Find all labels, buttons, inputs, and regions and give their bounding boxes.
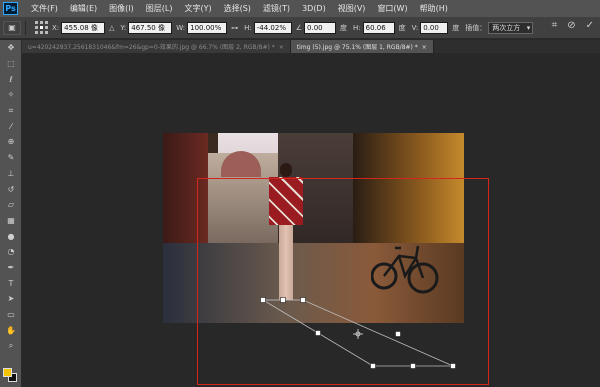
blur-icon[interactable]: ●: [0, 228, 22, 244]
menu-select[interactable]: 选择(S): [218, 3, 257, 14]
history-brush-icon[interactable]: ↺: [0, 181, 22, 197]
photoshop-logo: Ps: [3, 2, 18, 15]
menu-filter[interactable]: 滤镜(T): [257, 3, 296, 14]
move-icon[interactable]: ✥: [0, 40, 22, 56]
person-head: [280, 163, 292, 177]
tab-document-1[interactable]: u=420242837,2561831046&fm=26&gp=0-效果的.jp…: [22, 40, 291, 53]
x-label: X:: [52, 23, 60, 32]
stamp-icon[interactable]: ⊥: [0, 166, 22, 182]
pen-icon[interactable]: ✒: [0, 260, 22, 276]
close-icon[interactable]: ×: [279, 44, 284, 51]
selection-marquee: [197, 178, 489, 385]
dodge-icon[interactable]: ◔: [0, 244, 22, 260]
brush-icon[interactable]: ✎: [0, 150, 22, 166]
menu-image[interactable]: 图像(I): [103, 3, 140, 14]
transform-tool-preset[interactable]: ▣: [3, 20, 21, 35]
tab-label: u=420242837,2561831046&fm=26&gp=0-效果的.jp…: [28, 44, 275, 51]
marquee-icon[interactable]: ⬚: [0, 56, 22, 72]
transform-icon: ▣: [8, 23, 16, 32]
healing-icon[interactable]: ⊕: [0, 134, 22, 150]
menu-3d[interactable]: 3D(D): [296, 4, 332, 13]
commit-icon[interactable]: ✓: [586, 20, 594, 31]
hskew-label: H:: [353, 23, 361, 32]
lasso-icon[interactable]: ℓ: [0, 71, 22, 87]
delta-icon: △: [109, 23, 115, 32]
vskew-unit: 度: [452, 23, 460, 32]
menu-window[interactable]: 窗口(W): [371, 3, 413, 14]
angle-icon: ∠: [295, 23, 303, 32]
menu-layer[interactable]: 图层(L): [140, 3, 179, 14]
type-icon[interactable]: T: [0, 275, 22, 291]
height-input[interactable]: -44.02%: [253, 21, 292, 34]
interpolation-select[interactable]: 两次立方: [488, 21, 534, 34]
menu-view[interactable]: 视图(V): [332, 3, 372, 14]
crop-icon[interactable]: ⌗: [0, 103, 22, 119]
zoom-icon[interactable]: ⌕: [0, 338, 22, 354]
toolbox: ✥ ⬚ ℓ ✧ ⌗ ⁄ ⊕ ✎ ⊥ ↺ ▱ ▦ ● ◔ ✒ T ➤ ▭ ✋ ⌕: [0, 40, 22, 387]
cancel-icon[interactable]: ⊘: [567, 20, 575, 31]
y-input[interactable]: 467.50 像: [128, 21, 173, 34]
tab-document-2[interactable]: timg (5).jpg @ 75.1% (图层 1, RGB/8#) * ×: [290, 40, 434, 53]
path-select-icon[interactable]: ➤: [0, 291, 22, 307]
menu-type[interactable]: 文字(Y): [178, 3, 217, 14]
foreground-color-swatch[interactable]: [3, 368, 12, 377]
reference-point-grid[interactable]: [34, 21, 48, 35]
menu-help[interactable]: 帮助(H): [414, 3, 454, 14]
width-input[interactable]: 100.00%: [187, 21, 228, 34]
gradient-icon[interactable]: ▦: [0, 213, 22, 229]
divider: [25, 20, 26, 35]
shape-icon[interactable]: ▭: [0, 307, 22, 323]
hand-icon[interactable]: ✋: [0, 322, 22, 338]
tab-label: timg (5).jpg @ 75.1% (图层 1, RGB/8#) *: [296, 44, 418, 51]
menu-bar: Ps 文件(F) 编辑(E) 图像(I) 图层(L) 文字(Y) 选择(S) 滤…: [0, 0, 600, 17]
hskew-unit: 度: [398, 23, 406, 32]
magic-wand-icon[interactable]: ✧: [0, 87, 22, 103]
interpolation-label: 插值：: [465, 23, 487, 32]
warp-icon[interactable]: ⌗: [552, 20, 558, 31]
eraser-icon[interactable]: ▱: [0, 197, 22, 213]
hskew-input[interactable]: 60.06: [362, 21, 395, 34]
h-label: H:: [244, 23, 252, 32]
w-label: W:: [176, 23, 186, 32]
options-bar: ▣ X: 455.08 像 △ Y: 467.50 像 W: 100.00% ⊶…: [0, 17, 600, 39]
link-icon[interactable]: ⊶: [231, 24, 238, 32]
eyedropper-icon[interactable]: ⁄: [0, 118, 22, 134]
y-label: Y:: [120, 23, 127, 32]
menu-file[interactable]: 文件(F): [25, 3, 64, 14]
angle-input[interactable]: 0.00: [304, 21, 337, 34]
x-input[interactable]: 455.08 像: [61, 21, 106, 34]
angle-unit: 度: [340, 23, 348, 32]
transform-actions: ⌗ ⊘ ✓: [552, 20, 594, 31]
close-icon[interactable]: ×: [422, 44, 427, 51]
vskew-label: V:: [411, 23, 419, 32]
document-tabs: u=420242837,2561831046&fm=26&gp=0-效果的.jp…: [22, 40, 600, 53]
vskew-input[interactable]: 0.00: [420, 21, 449, 34]
menu-edit[interactable]: 编辑(E): [64, 3, 103, 14]
